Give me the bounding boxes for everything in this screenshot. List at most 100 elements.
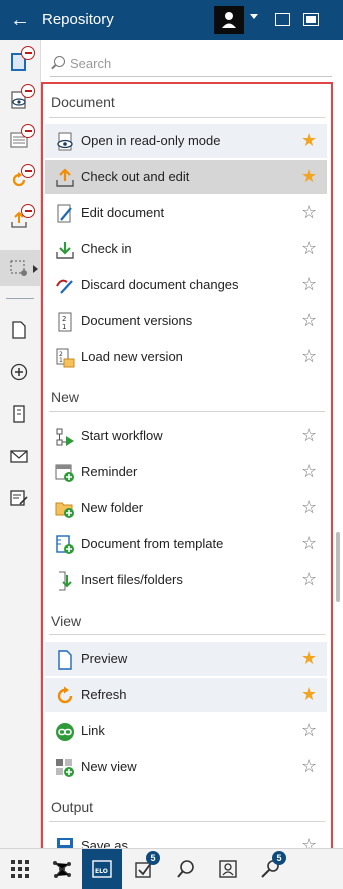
menu-item-label: New view [81,759,137,774]
favorite-star-icon[interactable]: ☆ [301,462,317,480]
elo-repository-icon: ELO [92,860,112,878]
search-nav-button[interactable] [166,849,206,889]
edit-document-icon [57,204,72,223]
section-title-document: Document [51,94,115,110]
tasks-count-badge: 5 [146,851,160,865]
favorite-star-icon[interactable]: ☆ [301,347,317,365]
menu-item-preview[interactable]: Preview ★ [45,642,327,676]
favorite-star-icon[interactable]: ☆ [301,534,317,552]
apps-button[interactable] [0,849,40,889]
contact-card-icon [219,860,237,878]
favorite-star-icon[interactable]: ★ [301,131,317,149]
menu-item-label: Discard document changes [81,277,239,292]
favorite-star-icon[interactable]: ☆ [301,203,317,221]
menu-item-new-folder[interactable]: New folder ☆ [45,491,327,525]
menu-item-open-read-only[interactable]: Open in read-only mode ★ [45,124,327,158]
feed-button[interactable]: 5 [250,849,290,889]
scrollbar-thumb[interactable] [336,532,340,602]
repository-button[interactable]: ELO [82,849,122,889]
menu-item-reminder[interactable]: Reminder ☆ [45,455,327,489]
menu-item-label: Reminder [81,464,138,479]
rail-mail-button[interactable] [0,438,40,474]
page-title: Repository [42,11,114,28]
rail-list-button[interactable] [0,122,40,158]
rail-archive-button[interactable] [0,396,40,432]
menu-item-load-new-version[interactable]: 21 Load new version ☆ [45,340,327,374]
rail-document-button[interactable] [0,44,40,80]
tasks-button[interactable]: 5 [124,849,164,889]
user-menu-button[interactable] [214,6,244,34]
menu-item-label: Load new version [81,349,183,364]
reminder-icon [55,464,74,482]
menu-item-document-versions[interactable]: 21 Document versions ☆ [45,304,327,338]
bottom-navigation: ELO 5 5 [0,848,343,889]
menu-item-label: Insert files/folders [81,572,183,587]
section-divider [49,117,325,118]
scrollbar[interactable] [336,82,341,847]
menu-item-check-out-edit[interactable]: Check out and edit ★ [45,160,327,194]
discard-changes-icon [56,279,73,294]
rail-refresh-button[interactable] [0,162,40,198]
menu-item-save-as[interactable]: Save as ☆ [45,829,327,848]
favorite-star-icon[interactable]: ☆ [301,570,317,588]
chevron-down-icon[interactable] [250,14,258,19]
section-title-view: View [51,613,82,629]
rail-selection-button[interactable] [0,250,40,286]
menu-item-insert-files[interactable]: Insert files/folders ☆ [45,563,327,597]
menu-item-check-in[interactable]: Check in ☆ [45,232,327,266]
menu-item-label: Check out and edit [81,169,190,184]
favorite-star-icon[interactable]: ☆ [301,311,317,329]
section-title-output: Output [51,799,94,815]
menu-item-label: Link [81,723,105,738]
rail-form-button[interactable] [0,480,40,516]
feed-count-badge: 5 [272,851,286,865]
check-in-icon [56,242,74,259]
contacts-button[interactable] [208,849,248,889]
back-arrow-icon[interactable]: ← [10,9,30,31]
template-document-icon [56,535,74,554]
menu-item-label: Check in [81,241,132,256]
favorite-star-icon[interactable]: ☆ [301,721,317,739]
menu-item-refresh[interactable]: Refresh ★ [45,678,327,712]
menu-item-link[interactable]: Link ☆ [45,714,327,748]
favorite-star-icon[interactable]: ☆ [301,757,317,775]
favorite-star-icon[interactable]: ☆ [301,426,317,444]
remove-badge-icon [21,204,35,218]
favorite-star-icon[interactable]: ☆ [301,275,317,293]
menu-item-start-workflow[interactable]: Start workflow ☆ [45,419,327,453]
section-divider [49,821,325,822]
menu-item-discard-changes[interactable]: Discard document changes ☆ [45,268,327,302]
svg-text:1: 1 [62,323,66,331]
rail-new-document-button[interactable] [0,312,40,348]
function-rail [0,40,41,848]
new-view-icon [56,759,74,777]
rail-upload-button[interactable] [0,202,40,238]
remove-badge-icon [21,46,35,60]
menu-item-edit-document[interactable]: Edit document ☆ [45,196,327,230]
favorite-star-icon[interactable]: ★ [301,649,317,667]
eye-document-icon [57,132,73,151]
menu-item-document-from-template[interactable]: Document from template ☆ [45,527,327,561]
rail-add-button[interactable] [0,354,40,390]
grid-icon [11,860,29,878]
load-version-icon: 21 [56,348,75,368]
network-button[interactable] [42,849,82,889]
window-restore-icon[interactable] [275,13,290,26]
remove-badge-icon [21,164,35,178]
selection-gear-icon [10,260,27,276]
favorite-star-icon[interactable]: ★ [301,167,317,185]
window-maximize-icon[interactable] [303,13,319,26]
binder-icon [13,405,25,423]
favorite-star-icon[interactable]: ☆ [301,239,317,257]
menu-item-label: Document versions [81,313,193,328]
search-input[interactable] [68,52,322,74]
menu-item-label: Start workflow [81,428,163,443]
favorite-star-icon[interactable]: ☆ [301,498,317,516]
rail-view-button[interactable] [0,82,40,118]
favorite-star-icon[interactable]: ★ [301,685,317,703]
search-icon [54,56,65,67]
app-header: ← Repository [0,0,343,40]
check-out-icon [56,168,74,187]
menu-item-new-view[interactable]: New view ☆ [45,750,327,784]
menu-item-label: Open in read-only mode [81,133,221,148]
